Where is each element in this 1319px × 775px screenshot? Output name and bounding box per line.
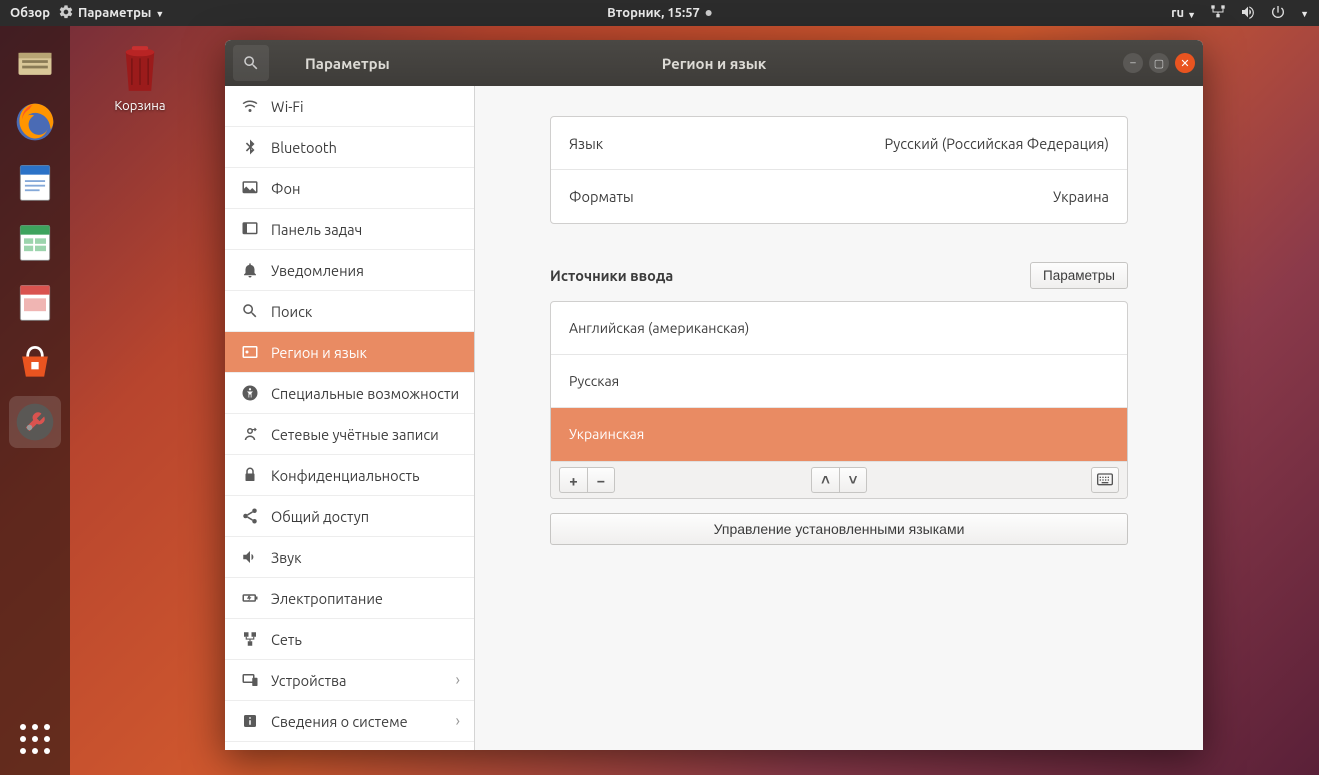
- minimize-button[interactable]: –: [1123, 53, 1143, 73]
- dock-writer[interactable]: [9, 156, 61, 208]
- search-icon: [242, 54, 260, 72]
- language-value: Русский (Российская Федерация): [884, 135, 1109, 152]
- input-options-button[interactable]: Параметры: [1030, 262, 1128, 289]
- online-accounts-icon: [239, 425, 261, 443]
- chevron-down-icon: ˅: [849, 471, 858, 489]
- search-icon: [239, 302, 261, 320]
- sidebar-item-network[interactable]: Сеть: [225, 619, 474, 660]
- network-icon[interactable]: [1210, 4, 1226, 23]
- input-sources-list: Английская (американская) Русская Украин…: [550, 301, 1128, 499]
- background-icon: [239, 179, 261, 197]
- input-sources-toolbar: + − ˄ ˅: [551, 461, 1127, 498]
- close-button[interactable]: ✕: [1175, 53, 1195, 73]
- keyboard-icon: [1097, 473, 1113, 487]
- sidebar-item-search[interactable]: Поиск: [225, 291, 474, 332]
- dock-firefox[interactable]: [9, 96, 61, 148]
- sidebar-item-notifications[interactable]: Уведомления: [225, 250, 474, 291]
- input-source-ukrainian[interactable]: Украинская: [551, 408, 1127, 461]
- search-button[interactable]: [233, 45, 269, 81]
- sidebar-item-bluetooth[interactable]: Bluetooth: [225, 127, 474, 168]
- volume-icon: [239, 548, 261, 566]
- formats-row[interactable]: Форматы Украина: [551, 170, 1127, 223]
- input-sources-header: Источники ввода Параметры: [550, 262, 1128, 289]
- chevron-down-icon: ▼: [1187, 10, 1196, 20]
- power-icon[interactable]: [1270, 4, 1286, 23]
- chevron-up-icon: ˄: [821, 471, 830, 489]
- trash-icon: [115, 40, 165, 95]
- sidebar-item-about[interactable]: Сведения о системе ›: [225, 701, 474, 742]
- formats-value: Украина: [1053, 188, 1109, 205]
- settings-icon: [58, 4, 74, 23]
- accessibility-icon: [239, 384, 261, 402]
- volume-icon[interactable]: [1240, 4, 1256, 23]
- language-label: Язык: [569, 135, 603, 152]
- sidebar-item-devices[interactable]: Устройства ›: [225, 660, 474, 701]
- header-app-title: Параметры: [305, 55, 390, 72]
- top-panel: Обзор Параметры ▼ Вторник, 15:57 ru ▼ ▼: [0, 0, 1319, 26]
- sidebar-item-sharing[interactable]: Общий доступ: [225, 496, 474, 537]
- sidebar-item-background[interactable]: Фон: [225, 168, 474, 209]
- sidebar-item-power[interactable]: Электропитание: [225, 578, 474, 619]
- dock: [0, 26, 70, 775]
- bluetooth-icon: [239, 138, 261, 156]
- sidebar-item-online-accounts[interactable]: Сетевые учётные записи: [225, 414, 474, 455]
- keyboard-indicator[interactable]: ru ▼: [1171, 6, 1196, 20]
- dock-calc[interactable]: [9, 216, 61, 268]
- formats-label: Форматы: [569, 188, 634, 205]
- network-icon: [239, 630, 261, 648]
- sidebar-item-sound[interactable]: Звук: [225, 537, 474, 578]
- dock-files[interactable]: [9, 36, 61, 88]
- input-sources-title: Источники ввода: [550, 267, 673, 284]
- maximize-button[interactable]: ▢: [1149, 53, 1169, 73]
- app-menu[interactable]: Параметры ▼: [58, 4, 164, 23]
- devices-icon: [239, 671, 261, 689]
- grid-icon: [20, 724, 50, 754]
- dock-icon: [239, 220, 261, 238]
- main-content: Язык Русский (Российская Федерация) Форм…: [475, 86, 1203, 750]
- titlebar[interactable]: Параметры Регион и язык – ▢ ✕: [225, 40, 1203, 86]
- region-icon: [239, 343, 261, 361]
- language-format-list: Язык Русский (Российская Федерация) Форм…: [550, 116, 1128, 224]
- dock-show-apps[interactable]: [9, 713, 61, 765]
- sidebar-item-wifi[interactable]: Wi-Fi: [225, 86, 474, 127]
- lock-icon: [239, 466, 261, 484]
- sidebar-item-accessibility[interactable]: Специальные возможности: [225, 373, 474, 414]
- input-source-english[interactable]: Английская (американская): [551, 302, 1127, 355]
- chevron-right-icon: ›: [456, 671, 461, 689]
- sidebar-item-privacy[interactable]: Конфиденциальность: [225, 455, 474, 496]
- battery-icon: [239, 589, 261, 607]
- sidebar-item-dock[interactable]: Панель задач: [225, 209, 474, 250]
- header-page-title: Регион и язык: [662, 55, 767, 72]
- notification-dot-icon: [706, 10, 712, 16]
- activities-button[interactable]: Обзор: [10, 6, 50, 20]
- dock-settings[interactable]: [9, 396, 61, 448]
- chevron-down-icon: ▼: [1300, 9, 1309, 19]
- info-icon: [239, 712, 261, 730]
- clock[interactable]: Вторник, 15:57: [607, 6, 712, 20]
- show-layout-button[interactable]: [1091, 467, 1119, 493]
- desktop-trash[interactable]: Корзина: [100, 40, 180, 113]
- move-down-button[interactable]: ˅: [839, 467, 867, 493]
- dock-impress[interactable]: [9, 276, 61, 328]
- settings-window: Параметры Регион и язык – ▢ ✕ Wi-Fi Blue…: [225, 40, 1203, 750]
- settings-sidebar: Wi-Fi Bluetooth Фон Панель задач Уведомл…: [225, 86, 475, 750]
- input-source-russian[interactable]: Русская: [551, 355, 1127, 408]
- remove-source-button[interactable]: −: [587, 467, 615, 493]
- language-row[interactable]: Язык Русский (Российская Федерация): [551, 117, 1127, 170]
- wifi-icon: [239, 97, 261, 115]
- bell-icon: [239, 261, 261, 279]
- chevron-down-icon: ▼: [155, 9, 164, 19]
- chevron-right-icon: ›: [456, 712, 461, 730]
- manage-languages-button[interactable]: Управление установленными языками: [550, 513, 1128, 545]
- sidebar-item-region-language[interactable]: Регион и язык: [225, 332, 474, 373]
- dock-software[interactable]: [9, 336, 61, 388]
- add-source-button[interactable]: +: [559, 467, 587, 493]
- trash-label: Корзина: [100, 99, 180, 113]
- share-icon: [239, 507, 261, 525]
- move-up-button[interactable]: ˄: [811, 467, 839, 493]
